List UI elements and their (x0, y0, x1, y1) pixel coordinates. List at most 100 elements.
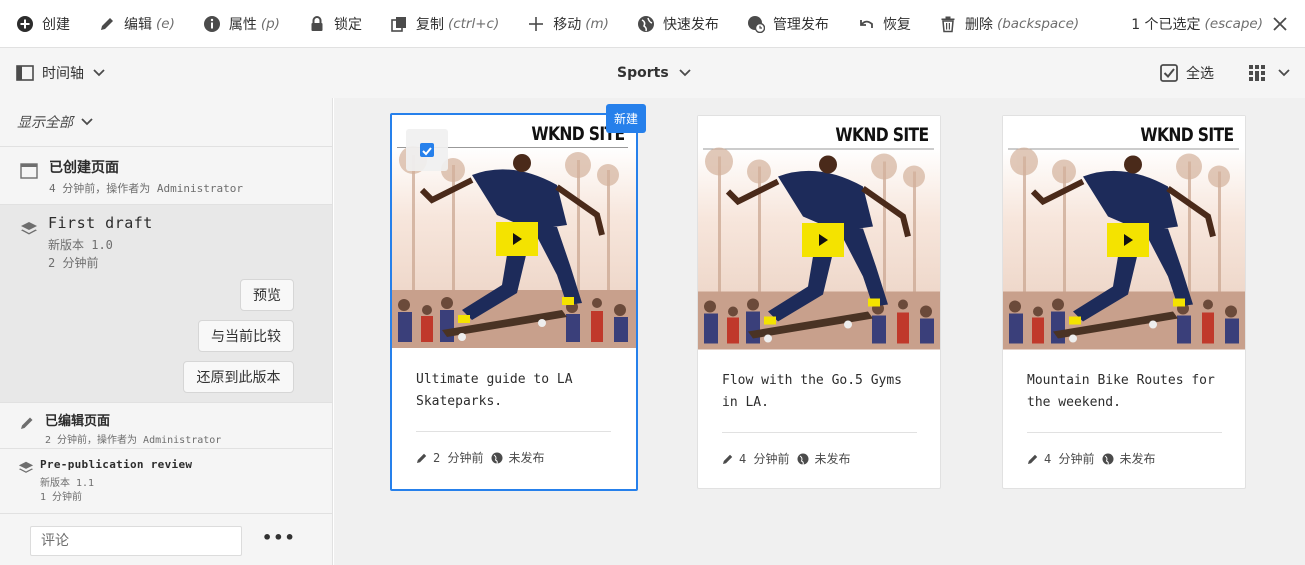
page-title: Sports (617, 65, 669, 81)
play-icon (496, 222, 538, 256)
timeline-item[interactable]: 已创建页面 4 分钟前，操作者为 Administrator (0, 146, 332, 205)
globe-clock-icon (747, 15, 765, 33)
chevron-down-icon (81, 118, 93, 126)
edit-label: 编辑 (124, 16, 152, 33)
quick-publish-button[interactable]: 快速发布 (637, 0, 719, 48)
manage-publication-label: 管理发布 (772, 16, 829, 33)
timeline-item-time: 2 分钟前 (48, 256, 99, 270)
more-options-button[interactable]: ••• (262, 528, 296, 547)
compare-button[interactable]: 与当前比较 (198, 320, 294, 352)
card-meta: 4 分钟前 未发布 (1027, 450, 1155, 467)
select-all-label: 全选 (1186, 66, 1214, 82)
card-modified: 4 分钟前 (739, 452, 790, 466)
timeline-item-title: 已创建页面 (49, 160, 119, 176)
timeline-item-title: Pre-publication review (40, 458, 193, 471)
revert-button[interactable]: 还原到此版本 (183, 361, 294, 393)
copy-button[interactable]: 复制 (ctrl+c) (390, 0, 499, 48)
close-icon[interactable] (1273, 17, 1287, 31)
select-all-button[interactable]: 全选 (1160, 48, 1214, 98)
add-circle-icon (17, 15, 33, 32)
delete-label: 删除 (964, 16, 993, 33)
card-meta: 2 分钟前 未发布 (416, 449, 544, 466)
card-title: Flow with the Go.5 Gyms in LA. (722, 373, 903, 410)
lock-label: 锁定 (333, 16, 362, 33)
card-modified: 2 分钟前 (433, 451, 484, 465)
create-button[interactable]: 创建 (16, 0, 70, 48)
rail-toggle-button[interactable]: 时间轴 (16, 48, 113, 98)
timeline-item[interactable]: 已编辑页面 2 分钟前，操作者为 Administrator (0, 403, 332, 449)
card-thumbnail: WKND SITE (698, 116, 940, 350)
timeline-item-version: 新版本 1.1 (40, 478, 95, 489)
undo-icon (860, 19, 873, 28)
delete-shortcut: (backspace) (996, 15, 1080, 32)
page-icon (20, 163, 38, 179)
view-switcher[interactable] (1248, 48, 1290, 98)
pencil-icon (1028, 454, 1038, 464)
play-icon (1107, 223, 1149, 257)
timeline-item-title: First draft (48, 214, 153, 232)
comment-input[interactable] (30, 526, 242, 556)
rail-toggle-label: 时间轴 (42, 66, 84, 82)
card-title: Mountain Bike Routes for the weekend. (1027, 373, 1215, 410)
properties-label: 属性 (228, 16, 257, 33)
timeline-rail: 显示全部 已创建页面 4 分钟前，操作者为 Administrator Firs… (0, 98, 333, 565)
pencil-icon (21, 417, 33, 429)
move-icon (529, 16, 544, 31)
filter-label: 显示全部 (17, 115, 73, 131)
edit-shortcut: (e) (156, 15, 175, 32)
preview-button[interactable]: 预览 (240, 279, 294, 311)
move-shortcut: (m) (585, 15, 609, 32)
layers-icon (18, 461, 34, 473)
manage-publication-button[interactable]: 管理发布 (747, 0, 829, 48)
selection-count: 1 个已选定 (1131, 17, 1201, 33)
checkbox-checked-icon[interactable] (420, 143, 434, 157)
move-button[interactable]: 移动 (m) (527, 0, 609, 48)
globe-icon (637, 15, 654, 32)
timeline-filter-dropdown[interactable]: 显示全部 (17, 112, 93, 132)
create-label: 创建 (42, 16, 70, 33)
card-checkbox-bg[interactable] (406, 129, 448, 171)
view-bar: 时间轴 Sports 全选 (0, 48, 1305, 98)
card-divider (722, 432, 917, 433)
timeline-item-selected[interactable]: First draft 新版本 1.0 2 分钟前 预览 与当前比较 还原到此版… (0, 205, 332, 403)
edit-button[interactable]: 编辑 (e) (98, 0, 175, 48)
properties-shortcut: (p) (260, 15, 280, 32)
globe-icon (1102, 453, 1114, 465)
page-card[interactable]: WKND SITE 新建 Ultimate guide to LA Skatep… (390, 104, 646, 491)
card-divider (416, 431, 611, 432)
page-card[interactable]: WKND SITE Mountain Bike Routes for the w… (1002, 115, 1246, 489)
lock-button[interactable]: 锁定 (308, 0, 362, 48)
pencil-icon (417, 453, 427, 463)
selection-info: 1 个已选定 (escape) (1131, 0, 1287, 48)
properties-button[interactable]: 属性 (p) (203, 0, 280, 48)
timeline-item-meta: 2 分钟前，操作者为 Administrator (45, 435, 222, 446)
card-modified: 4 分钟前 (1044, 452, 1095, 466)
page-card[interactable]: WKND SITE Flow with the Go.5 Gyms in LA.… (697, 115, 941, 489)
action-bar: 创建 编辑 (e) 属性 (p) 锁定 复制 (ctrl+c) 移动 (m) 快… (0, 0, 1305, 48)
restore-button[interactable]: 恢复 (857, 0, 911, 48)
play-icon (802, 223, 844, 257)
card-view: WKND SITE 新建 Ultimate guide to LA Skatep… (334, 98, 1305, 565)
timeline-item-time: 1 分钟前 (40, 492, 83, 503)
move-label: 移动 (553, 16, 582, 33)
timeline-item-version: 新版本 1.0 (48, 238, 113, 252)
layers-icon (21, 222, 37, 235)
copy-icon (391, 16, 406, 32)
info-icon (203, 15, 220, 32)
timeline-item-meta: 4 分钟前，操作者为 Administrator (49, 182, 243, 195)
pencil-icon (723, 454, 733, 464)
card-view-icon (1249, 65, 1265, 81)
card-status: 未发布 (508, 451, 545, 465)
delete-button[interactable]: 删除 (backspace) (939, 0, 1079, 48)
restore-label: 恢复 (882, 16, 911, 33)
timeline-item-title: 已编辑页面 (45, 414, 111, 429)
checkbox-check-icon (1160, 64, 1178, 82)
card-meta: 4 分钟前 未发布 (722, 450, 850, 467)
title-dropdown[interactable]: Sports (617, 48, 691, 98)
globe-icon (797, 453, 809, 465)
new-badge: 新建 (605, 104, 646, 133)
card-status: 未发布 (814, 452, 851, 466)
pencil-icon (101, 17, 113, 30)
timeline-item[interactable]: Pre-publication review 新版本 1.1 1 分钟前 (0, 449, 332, 514)
rail-icon (16, 65, 34, 81)
